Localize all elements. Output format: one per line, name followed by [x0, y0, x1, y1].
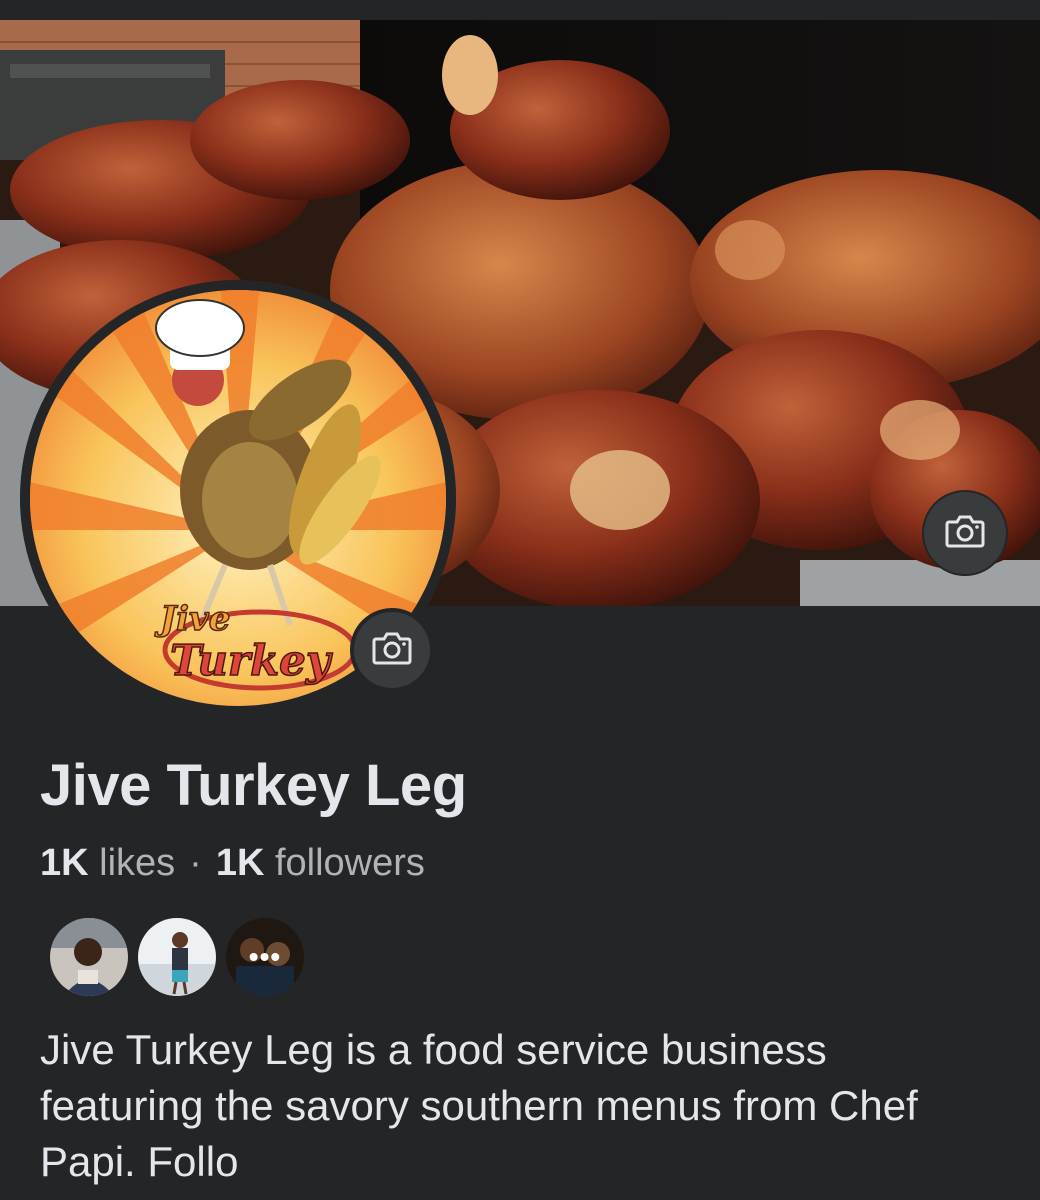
edit-profile-picture-button[interactable]	[350, 608, 434, 692]
more-icon: •••	[226, 918, 304, 996]
logo-text-line1: Jive	[154, 599, 230, 639]
status-bar	[0, 0, 1040, 20]
camera-icon	[372, 631, 412, 670]
likes-count: 1K	[40, 842, 89, 884]
friend-avatar[interactable]	[136, 916, 218, 998]
likes-stat[interactable]: 1K likes	[40, 842, 175, 884]
camera-icon	[945, 514, 985, 553]
followers-count: 1K	[215, 842, 265, 884]
more-friends-button[interactable]: •••	[224, 916, 306, 998]
likes-label: likes	[99, 842, 176, 884]
edit-cover-button[interactable]	[922, 490, 1008, 576]
page-title: Jive Turkey Leg	[40, 753, 467, 818]
followers-label: followers	[274, 842, 425, 884]
stats-separator: ·	[189, 842, 202, 884]
followers-stat[interactable]: 1K followers	[216, 842, 425, 884]
friend-avatar[interactable]	[48, 916, 130, 998]
logo-text-line2: Turkey	[170, 636, 333, 685]
page-bio: Jive Turkey Leg is a food service busine…	[40, 1026, 918, 1185]
page-stats: 1K likes · 1K followers	[40, 842, 425, 885]
